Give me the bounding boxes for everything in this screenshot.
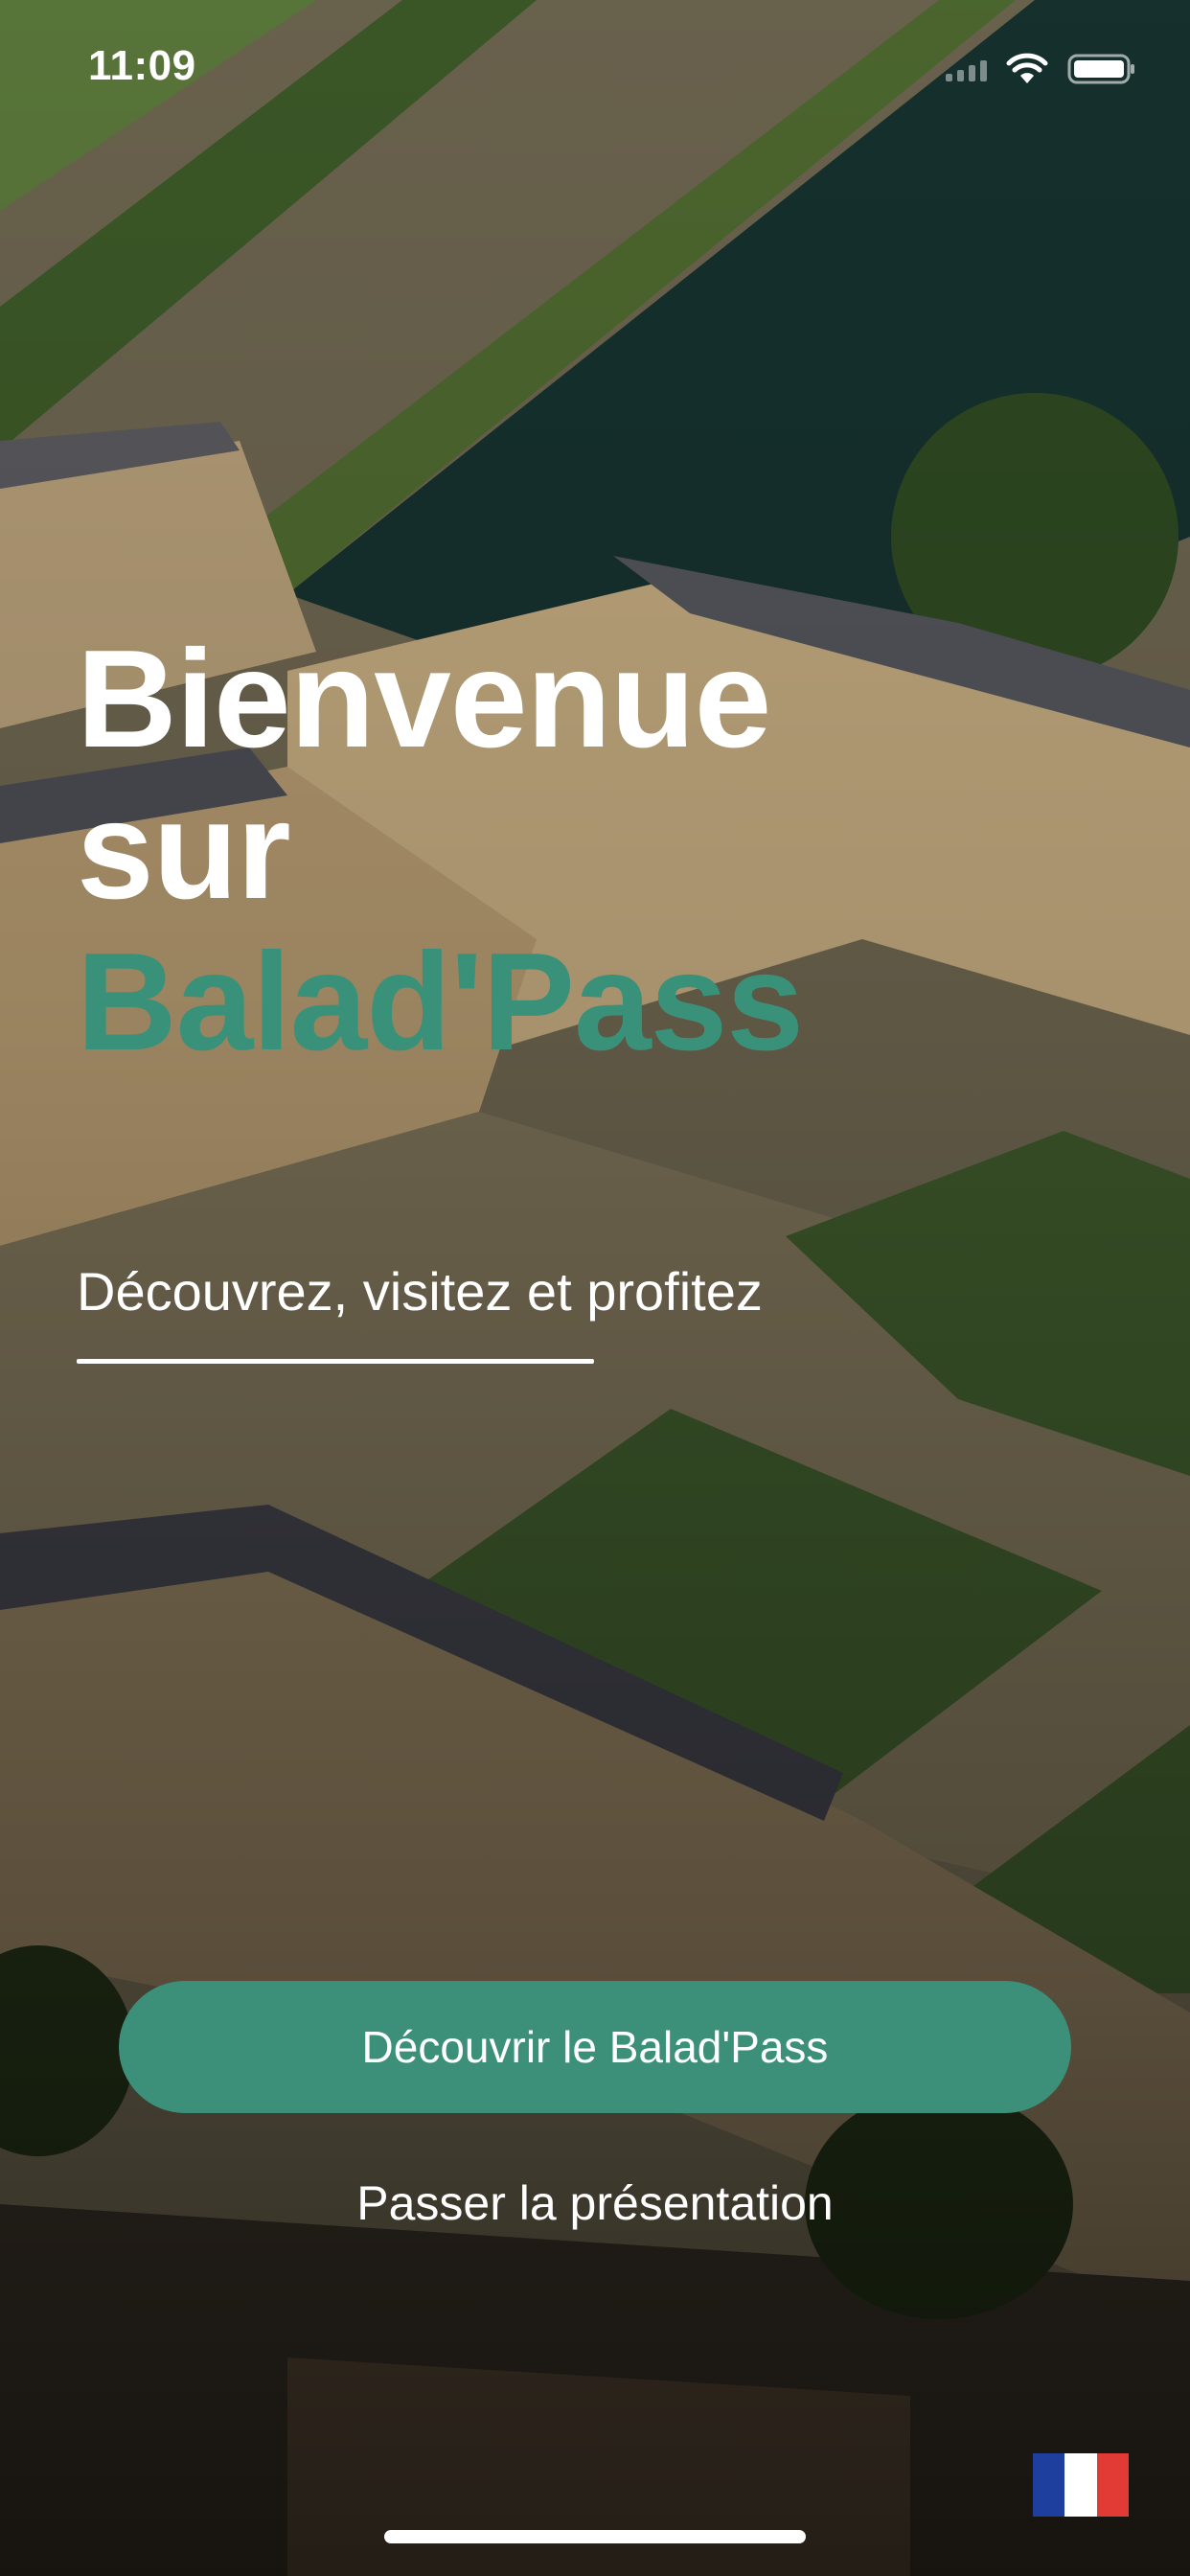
skip-presentation-link[interactable]: Passer la présentation	[0, 2175, 1190, 2231]
france-flag-icon[interactable]	[1033, 2453, 1129, 2517]
heading-line-2: sur	[77, 772, 291, 928]
heading-line-1: Bienvenue	[77, 621, 771, 776]
status-icons	[946, 50, 1136, 88]
home-indicator[interactable]	[384, 2530, 806, 2543]
welcome-heading: Bienvenue sur Balad'Pass	[77, 623, 1131, 1077]
discover-balad-pass-button[interactable]: Découvrir le Balad'Pass	[119, 1981, 1071, 2113]
tagline: Découvrez, visitez et profitez	[77, 1261, 763, 1322]
status-time: 11:09	[88, 42, 196, 89]
tagline-underline	[77, 1359, 594, 1364]
wifi-icon	[1006, 53, 1048, 83]
flag-blue-stripe	[1033, 2453, 1065, 2517]
brand-name: Balad'Pass	[77, 924, 804, 1079]
cellular-signal-icon	[946, 57, 987, 81]
flag-red-stripe	[1096, 2453, 1129, 2517]
battery-icon	[1067, 54, 1134, 84]
flag-white-stripe	[1064, 2453, 1097, 2517]
